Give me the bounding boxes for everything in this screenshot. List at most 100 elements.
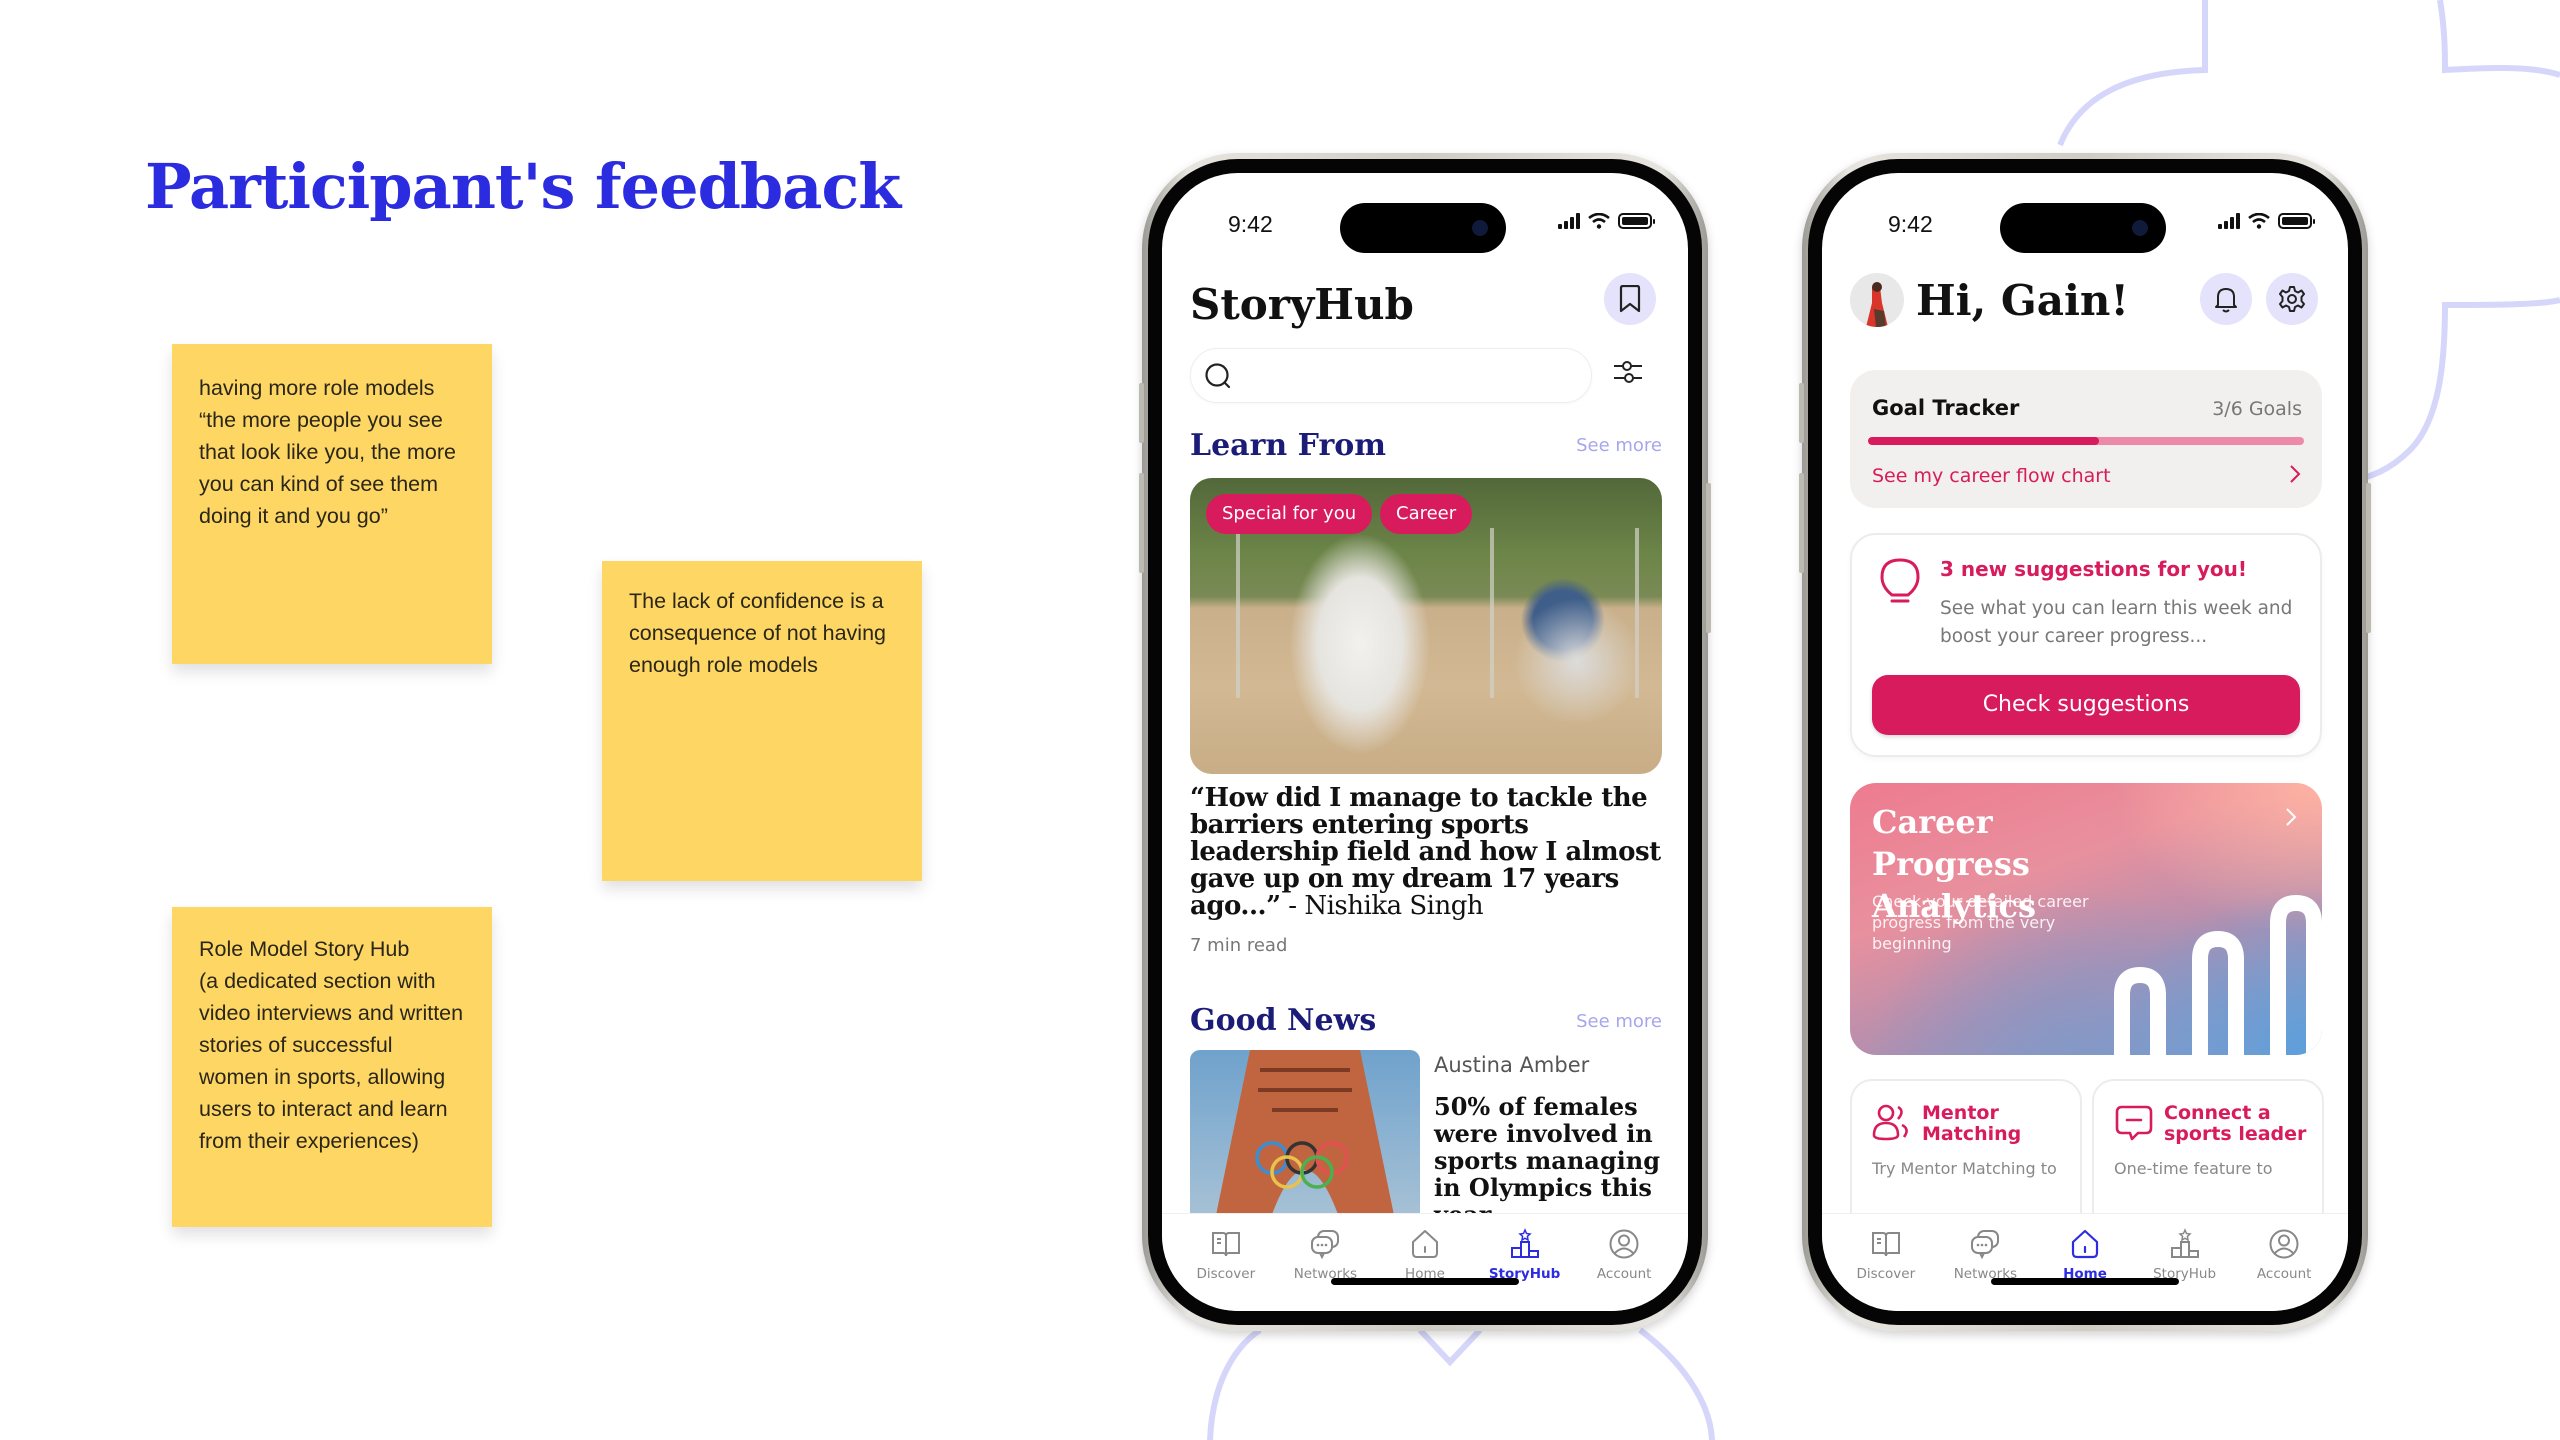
phone-bezel: 9:42 Hi, Gain! Goal Tracker 3/6 Goals Se… [1808,159,2362,1325]
bell-icon [2215,288,2237,313]
suggestions-card: 3 new suggestions for you! See what you … [1850,533,2322,757]
story-card-image[interactable]: Special for you Career [1190,478,1662,774]
tab-account[interactable]: Account [1579,1228,1669,1311]
camera-icon [1472,220,1488,236]
podium-star-icon [1510,1228,1539,1258]
status-icons [2218,213,2315,229]
goal-count: 3/6 Goals [2212,398,2302,420]
sliders-icon [1614,361,1642,383]
connect-leader-description: One-time feature to [2114,1159,2273,1178]
section-heading-learn-from: Learn From [1190,428,1387,463]
home-icon [1411,1230,1438,1258]
home-icon [2071,1229,2099,1259]
chat-bubbles-icon [1971,1230,2000,1260]
analytics-description: Check your detailed career progress from… [1872,892,2089,953]
chevron-right-icon[interactable] [2288,462,2302,486]
phone-mockup-home: 9:42 Hi, Gain! Goal Tracker 3/6 Goals Se… [1799,153,2371,1331]
goal-tracker-card: Goal Tracker 3/6 Goals See my career flo… [1850,370,2322,508]
dynamic-island [1340,203,1506,253]
tab-networks[interactable]: Networks [1940,1228,2030,1311]
tag-special-for-you[interactable]: Special for you [1206,494,1373,534]
status-time: 9:42 [1888,211,1933,237]
avatar-photo [1866,282,1888,327]
phone-side-button [1139,383,1144,443]
avatar[interactable] [1850,273,1904,327]
sticky-note-story-hub-idea: Role Model Story Hub (a dedicated sectio… [172,907,492,1227]
see-more-link-good-news[interactable]: See more [1576,1011,1662,1032]
bottom-tab-bar: Discover Networks Home StoryHub Account [1162,1213,1688,1311]
tab-discover[interactable]: Discover [1841,1228,1931,1311]
screen-title: StoryHub [1190,280,1414,329]
mentor-matching-title: Mentor Matching [1922,1102,2022,1145]
tab-storyhub[interactable]: StoryHub [1480,1228,1570,1311]
sticky-note-role-models: having more role models “the more people… [172,344,492,664]
tab-label: Discover [1196,1266,1256,1282]
wifi-icon [1588,213,1610,229]
tab-home[interactable]: Home [2040,1228,2130,1311]
tab-networks[interactable]: Networks [1280,1228,1370,1311]
suggestions-description: See what you can learn this week and boo… [1940,598,2293,647]
battery-icon [1618,213,1655,229]
tab-label: Discover [1856,1266,1916,1282]
greeting-title: Hi, Gain! [1916,276,2129,325]
phone-mockup-storyhub: 9:42 StoryHub Learn From See more Specia… [1139,153,1711,1331]
career-analytics-card[interactable]: Career Progress Analytics Check your det… [1850,783,2322,1055]
tab-discover[interactable]: Discover [1181,1228,1271,1311]
user-circle-icon [2269,1229,2299,1259]
image-detail [1236,528,1240,698]
phone-screen: 9:42 StoryHub Learn From See more Specia… [1162,173,1688,1311]
bookmark-icon [1619,285,1641,313]
phone-screen: 9:42 Hi, Gain! Goal Tracker 3/6 Goals Se… [1822,173,2348,1311]
phone-side-button [2366,483,2371,633]
phone-side-button [1799,473,1804,573]
camera-icon [2132,220,2148,236]
phone-bezel: 9:42 StoryHub Learn From See more Specia… [1148,159,1702,1325]
tab-storyhub[interactable]: StoryHub [2140,1228,2230,1311]
tab-label: Account [1596,1266,1652,1282]
section-heading-good-news: Good News [1190,1003,1377,1038]
image-detail [1490,528,1494,698]
check-suggestions-button[interactable]: Check suggestions [1872,675,2300,735]
read-time: 7 min read [1190,935,1288,956]
phone-side-button [1139,473,1144,573]
story-headline[interactable]: “How did I manage to tackle the barriers… [1190,785,1662,920]
chevron-right-icon[interactable] [2284,805,2298,829]
signal-icon [1558,213,1580,229]
user-circle-icon [1609,1229,1639,1259]
home-indicator[interactable] [1991,1278,2179,1285]
bookmark-button[interactable] [1604,273,1656,325]
bar-chart-graphic [2114,894,2322,1055]
filter-button[interactable] [1612,356,1644,392]
news-author: Austina Amber [1434,1053,1590,1077]
sticky-note-confidence: The lack of confidence is a consequence … [602,561,922,881]
see-more-link-learn-from[interactable]: See more [1576,435,1662,456]
users-icon [1872,1104,1908,1141]
goal-tracker-title: Goal Tracker [1872,396,2020,420]
suggestions-title: 3 new suggestions for you! [1940,557,2248,581]
goal-progress-fill [1868,437,2100,445]
settings-button[interactable] [2266,273,2318,325]
career-flow-chart-link[interactable]: See my career flow chart [1872,465,2111,487]
notifications-button[interactable] [2200,273,2252,325]
tab-home[interactable]: Home [1380,1228,1470,1311]
goal-progress-bar [1868,437,2304,445]
image-detail [1635,528,1639,698]
phone-side-button [1799,383,1804,443]
gear-icon [2279,286,2305,312]
status-icons [1558,213,1655,229]
tab-account[interactable]: Account [2239,1228,2329,1311]
signal-icon [2218,213,2240,229]
cloud-outline-bottom [1207,1327,1715,1440]
page-title: Participant's feedback [145,150,901,223]
tag-career[interactable]: Career [1380,494,1473,534]
message-icon [2115,1105,2153,1141]
book-open-icon [1871,1232,1900,1257]
eiffel-tower-olympic-rings-image [1215,1050,1395,1220]
tab-label: Account [2256,1266,2312,1282]
news-image[interactable] [1190,1050,1420,1220]
search-input[interactable] [1190,348,1592,403]
bottom-tab-bar: Discover Networks Home StoryHub Account [1822,1213,2348,1311]
connect-leader-title: Connect a sports leader [2164,1102,2307,1145]
home-indicator[interactable] [1331,1278,1519,1285]
news-title[interactable]: 50% of females were involved in sports m… [1434,1093,1664,1228]
